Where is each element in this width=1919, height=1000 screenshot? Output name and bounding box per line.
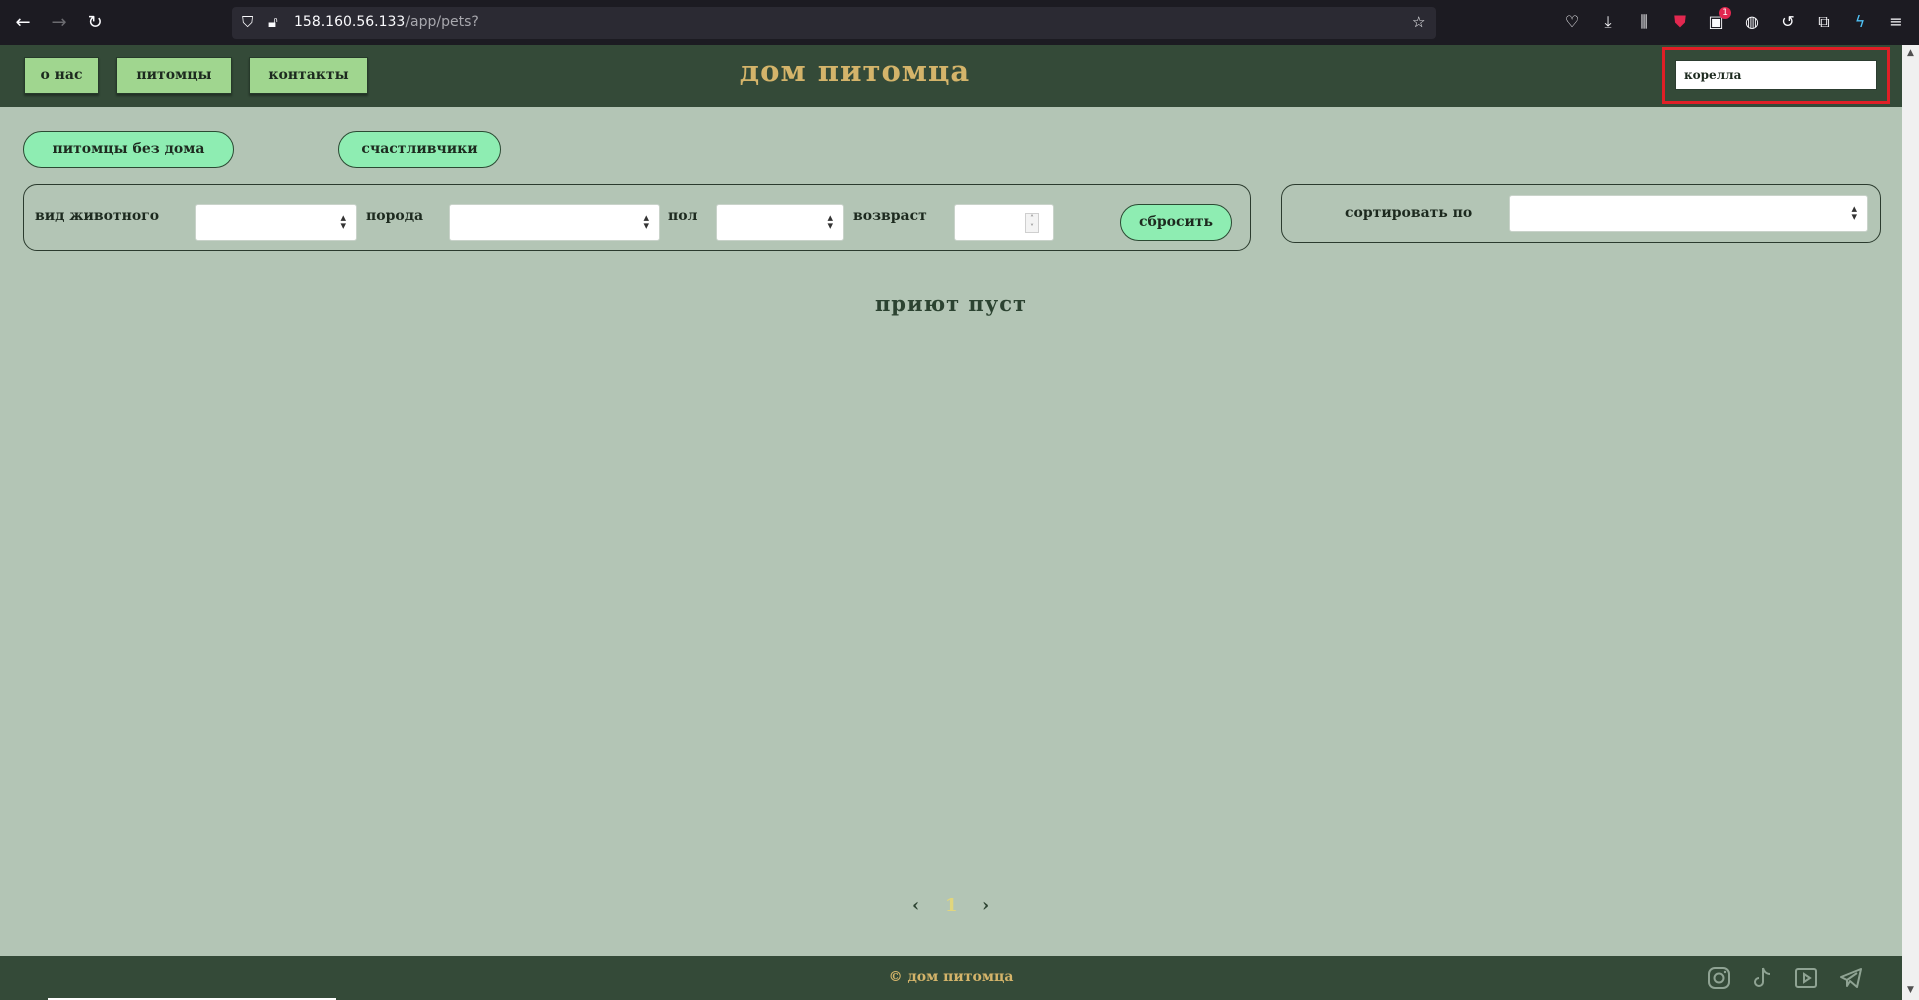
number-spinner-icon[interactable]: ˄ ˅ (1025, 213, 1039, 233)
nav-pets[interactable]: питомцы (116, 57, 232, 94)
breed-select[interactable]: ▴ ▾ (449, 204, 660, 241)
search-input[interactable] (1675, 60, 1877, 90)
breed-label: порода (366, 208, 424, 224)
vertical-scrollbar[interactable]: ▲ ▼ (1902, 45, 1919, 1000)
select-arrows-icon: ▴ ▾ (643, 211, 649, 232)
pocket-icon[interactable]: ♡ (1561, 11, 1583, 33)
sort-panel: сортировать по ▴ ▾ (1281, 184, 1881, 243)
tab-homeless-pets[interactable]: питомцы без дома (23, 131, 234, 168)
lock-icon[interactable]: 🔓︎ (268, 13, 278, 31)
library-icon[interactable]: ⫼ (1633, 11, 1655, 33)
search-highlight (1662, 47, 1890, 104)
sync-icon[interactable]: ↺ (1777, 11, 1799, 33)
sex-label: пол (668, 208, 698, 224)
bookmark-star-icon[interactable]: ☆ (1412, 13, 1425, 31)
globe-icon[interactable]: ◍ (1741, 11, 1763, 33)
scroll-down-icon[interactable]: ▼ (1905, 985, 1916, 997)
select-arrows-icon: ▴ ▾ (340, 211, 346, 232)
url-text[interactable]: 158.160.56.133/app/pets? (294, 14, 479, 30)
instagram-icon[interactable] (1706, 965, 1732, 991)
sex-select[interactable]: ▴ ▾ (716, 204, 844, 241)
extension-badge-count: 1 (1719, 7, 1731, 19)
extensions-icon[interactable]: ⧉ (1813, 11, 1835, 33)
select-arrows-icon: ▴ ▾ (827, 211, 833, 232)
reload-icon[interactable]: ↻ (83, 11, 107, 35)
prev-page-button[interactable]: ‹ (912, 895, 919, 916)
current-page[interactable]: 1 (945, 895, 958, 916)
extension-badge-icon[interactable]: ▣ 1 (1705, 7, 1731, 33)
nav-contacts[interactable]: контакты (249, 57, 368, 94)
address-bar[interactable]: ⛉ 🔓︎ 158.160.56.133/app/pets? ☆ (232, 7, 1436, 39)
age-input[interactable]: ˄ ˅ (954, 204, 1054, 241)
animal-type-select[interactable]: ▴ ▾ (195, 204, 357, 241)
url-host: 158.160.56.133 (294, 14, 406, 30)
forward-icon[interactable]: → (47, 11, 71, 35)
url-path: /app/pets? (405, 14, 479, 30)
site-title: дом питомца (739, 54, 971, 88)
site-header: о нас питомцы контакты дом питомца (0, 45, 1902, 107)
telegram-icon[interactable] (1838, 965, 1864, 991)
nav-about[interactable]: о нас (24, 57, 99, 94)
animal-type-label: вид животного (35, 208, 160, 224)
tab-lucky-ones[interactable]: счастливчики (338, 131, 501, 168)
filter-panel: вид животного ▴ ▾ порода ▴ ▾ пол ▴ ▾ возвра… (23, 184, 1251, 251)
download-icon[interactable]: ⤓ (1597, 11, 1619, 33)
sort-select[interactable]: ▴ ▾ (1509, 195, 1868, 232)
tiktok-icon[interactable] (1749, 965, 1775, 991)
ublock-icon[interactable]: ⛊ (1669, 11, 1691, 33)
select-arrows-icon: ▴ ▾ (1851, 202, 1857, 223)
shield-icon[interactable]: ⛉ (242, 13, 253, 31)
menu-icon[interactable]: ≡ (1885, 11, 1907, 33)
back-icon[interactable]: ← (11, 11, 35, 35)
site-footer: © дом питомца (0, 956, 1902, 1000)
browser-toolbar: ← → ↻ ⛉ 🔓︎ 158.160.56.133/app/pets? ☆ ♡ … (0, 0, 1919, 45)
translate-icon[interactable]: ϟ (1849, 11, 1871, 33)
scroll-up-icon[interactable]: ▲ (1905, 48, 1916, 60)
footer-copyright: © дом питомца (888, 969, 1014, 985)
next-page-button[interactable]: › (982, 895, 989, 916)
sort-label: сортировать по (1345, 205, 1473, 221)
youtube-icon[interactable] (1793, 965, 1819, 991)
age-label: возвраст (853, 208, 927, 224)
reset-button[interactable]: сбросить (1120, 204, 1232, 241)
empty-shelter-message: приют пуст (874, 291, 1028, 316)
